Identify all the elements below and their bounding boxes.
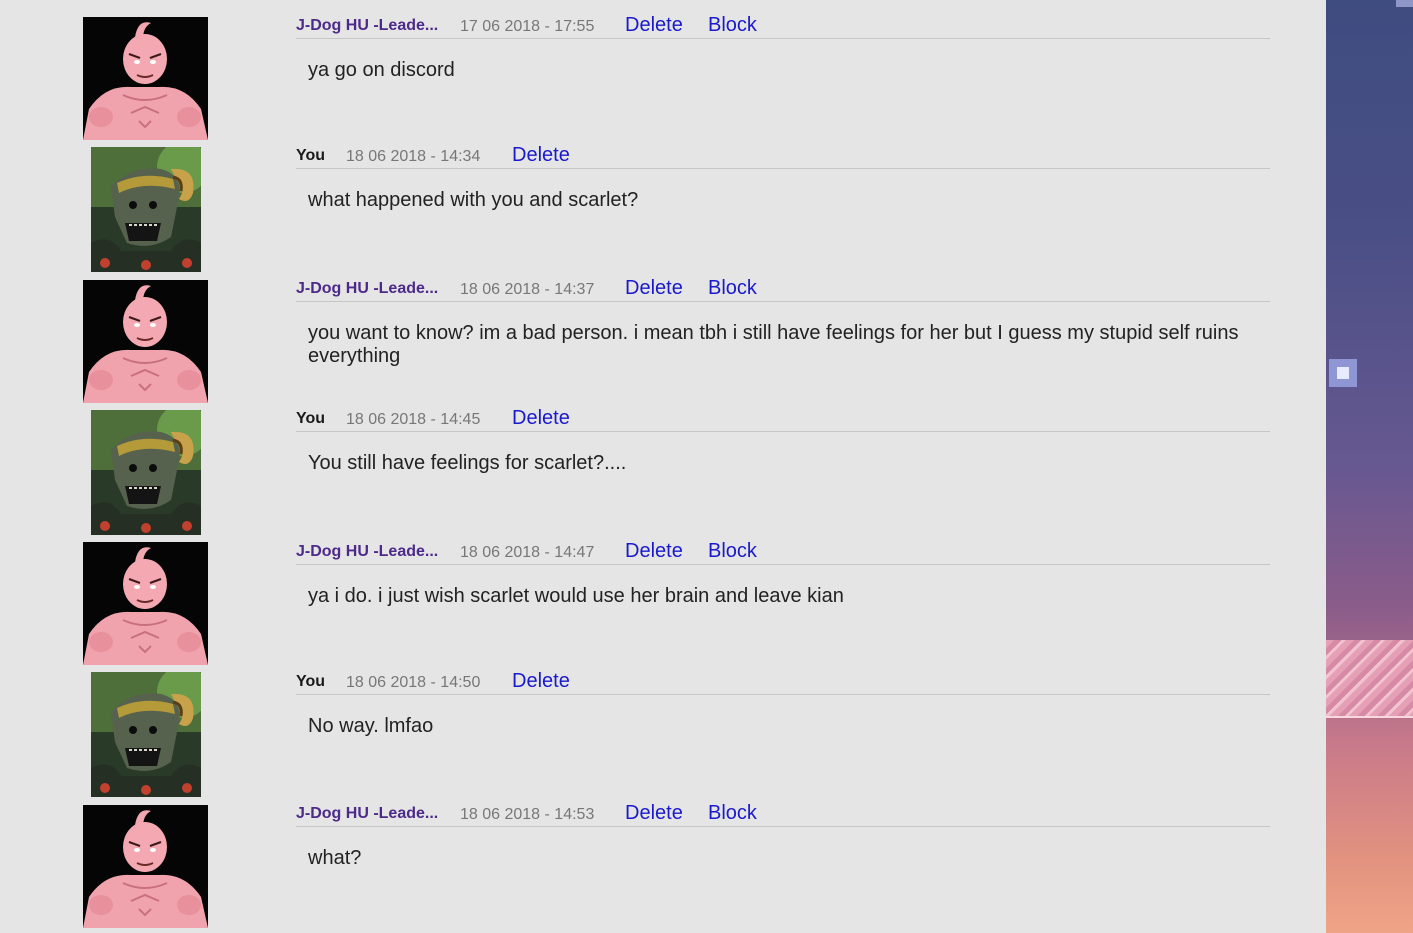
message-timestamp: 18 06 2018 - 14:45 [346,411,481,428]
square-icon [1337,367,1349,379]
delete-link[interactable]: Delete [512,407,570,430]
message-timestamp: 18 06 2018 - 14:53 [460,806,595,823]
avatar-j-dog[interactable] [83,805,208,928]
delete-link[interactable]: Delete [512,670,570,693]
avatar-j-dog[interactable] [83,280,208,403]
block-link[interactable]: Block [708,540,757,563]
delete-link[interactable]: Delete [625,540,683,563]
message-header: J-Dog HU -Leade... 17 06 2018 - 17:55 De… [296,0,1270,39]
message-timestamp: 18 06 2018 - 14:34 [346,148,481,165]
message: J-Dog HU -Leade... 18 06 2018 - 14:53 De… [296,788,1270,870]
avatar-you[interactable] [91,672,201,797]
buu-avatar-icon [83,17,208,140]
delete-link[interactable]: Delete [625,14,683,37]
message-header: You 18 06 2018 - 14:45 Delete [296,393,1270,432]
message-header: J-Dog HU -Leade... 18 06 2018 - 14:47 De… [296,526,1270,565]
message-text: No way. lmfao [308,715,434,737]
message-timestamp: 18 06 2018 - 14:47 [460,544,595,561]
band-divider [1326,716,1413,718]
message-text: ya i do. i just wish scarlet would use h… [308,585,844,607]
delete-link[interactable]: Delete [625,802,683,825]
decorative-side-panel [1326,0,1413,933]
avatar-you[interactable] [91,410,201,535]
message-author-link[interactable]: You [296,147,325,165]
message-author-link[interactable]: J-Dog HU -Leade... [296,280,438,298]
message-timestamp: 18 06 2018 - 14:37 [460,281,595,298]
skull-avatar-icon [91,0,201,10]
delete-link[interactable]: Delete [625,277,683,300]
message-text: you want to know? im a bad person. i mea… [308,322,1239,367]
message-text: ya go on discord [308,59,455,81]
block-link[interactable]: Block [708,802,757,825]
message-author-link[interactable]: J-Dog HU -Leade... [296,805,438,823]
skull-avatar-icon [91,672,201,797]
message-header: You 18 06 2018 - 14:50 Delete [296,656,1270,695]
skull-avatar-icon [91,410,201,535]
scroll-handle[interactable] [1329,359,1357,387]
avatar-j-dog[interactable] [83,542,208,665]
message: You 18 06 2018 - 14:45 Delete You still … [296,393,1270,475]
buu-avatar-icon [83,542,208,665]
buu-avatar-icon [83,805,208,928]
message-header: You 18 06 2018 - 14:34 Delete [296,130,1270,169]
message: J-Dog HU -Leade... 17 06 2018 - 17:55 De… [296,0,1270,82]
message: J-Dog HU -Leade... 18 06 2018 - 14:47 De… [296,526,1270,608]
corner-tab [1396,0,1413,7]
message-author-link[interactable]: You [296,410,325,428]
block-link[interactable]: Block [708,14,757,37]
message-text: what? [308,847,362,869]
message-text: You still have feelings for scarlet?.... [308,452,627,474]
message: J-Dog HU -Leade... 18 06 2018 - 14:37 De… [296,263,1270,368]
message-text: what happened with you and scarlet? [308,189,639,211]
avatar-you[interactable] [91,147,201,272]
avatar-j-dog[interactable] [83,17,208,140]
message-author-link[interactable]: J-Dog HU -Leade... [296,543,438,561]
message-author-link[interactable]: You [296,673,325,691]
skull-avatar-icon [91,147,201,272]
message-timestamp: 18 06 2018 - 14:50 [346,674,481,691]
buu-avatar-icon [83,280,208,403]
message: You 18 06 2018 - 14:50 Delete No way. lm… [296,656,1270,738]
pink-pattern-band [1326,640,1413,718]
message-header: J-Dog HU -Leade... 18 06 2018 - 14:37 De… [296,263,1270,302]
message: You 18 06 2018 - 14:34 Delete what happe… [296,130,1270,212]
message-timestamp: 17 06 2018 - 17:55 [460,18,595,35]
message-author-link[interactable]: J-Dog HU -Leade... [296,17,438,35]
avatar-partial [91,0,201,10]
delete-link[interactable]: Delete [512,144,570,167]
message-header: J-Dog HU -Leade... 18 06 2018 - 14:53 De… [296,788,1270,827]
block-link[interactable]: Block [708,277,757,300]
chat-conversation-panel: J-Dog HU -Leade... 17 06 2018 - 17:55 De… [0,0,1326,933]
